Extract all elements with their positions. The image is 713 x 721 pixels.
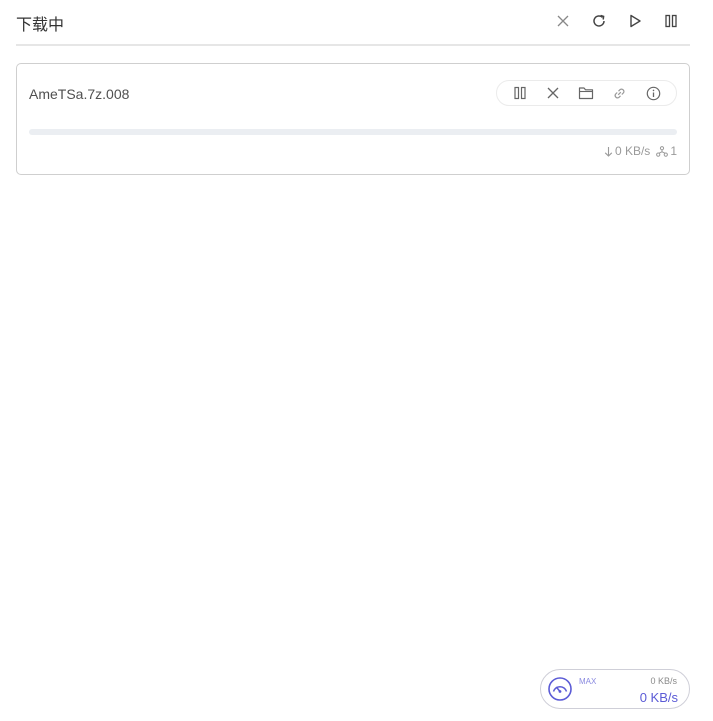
pause-all-button[interactable] [660, 11, 682, 31]
progress-bar [29, 129, 677, 135]
gauge-icon [548, 677, 572, 701]
arrow-down-icon [604, 146, 613, 157]
task-action-group [496, 80, 677, 106]
speed-mode-label: MAX [579, 677, 597, 686]
network-icon [656, 145, 669, 157]
task-download-speed: 0 KB/s [614, 144, 651, 158]
refresh-icon [593, 14, 605, 27]
task-name: AmeTSa.7z.008 [29, 86, 130, 102]
task-card[interactable]: AmeTSa.7z.008 0 KB/s 1 [16, 63, 690, 175]
page-title: 下载中 [16, 15, 65, 34]
task-info-button[interactable] [643, 83, 663, 103]
header-toolbar [538, 11, 682, 31]
info-icon [646, 86, 661, 100]
play-icon [630, 14, 641, 28]
pause-task-button[interactable] [510, 83, 530, 103]
page-header: 下载中 [16, 0, 690, 46]
connections-stat: 1 [656, 144, 677, 158]
delete-task-button[interactable] [543, 83, 563, 103]
refresh-button[interactable] [588, 11, 610, 31]
download-speed-stat: 0 KB/s [604, 144, 650, 158]
open-folder-button[interactable] [576, 83, 596, 103]
upload-speed: 0 KB/s [650, 676, 677, 686]
close-icon [547, 87, 559, 99]
folder-icon [579, 87, 594, 100]
resume-all-button[interactable] [624, 11, 646, 31]
pause-icon [665, 14, 677, 28]
task-stats: 0 KB/s 1 [598, 144, 677, 158]
link-icon [614, 88, 625, 98]
task-connections: 1 [670, 144, 677, 158]
copy-link-button[interactable] [610, 83, 630, 103]
download-speed: 0 KB/s [639, 690, 678, 705]
speedometer[interactable]: MAX 0 KB/s 0 KB/s [540, 669, 690, 709]
clear-button[interactable] [552, 11, 574, 31]
pause-icon [514, 86, 526, 100]
close-icon [557, 15, 569, 27]
